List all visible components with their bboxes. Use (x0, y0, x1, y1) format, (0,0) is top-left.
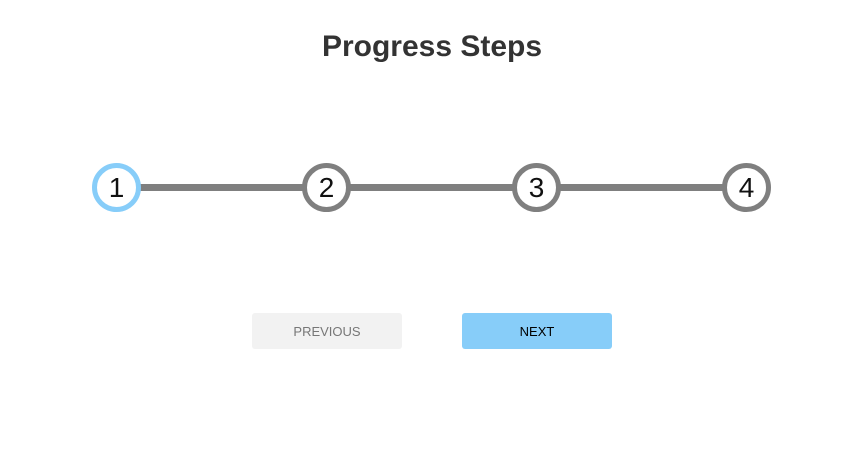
page: Progress Steps 1 2 3 4 PREVIOUS NEXT (0, 0, 864, 453)
step-circle-4: 4 (722, 163, 771, 212)
next-button[interactable]: NEXT (462, 313, 612, 349)
step-circle-2: 2 (302, 163, 351, 212)
progress-track (117, 184, 746, 191)
step-circle-3: 3 (512, 163, 561, 212)
previous-button[interactable]: PREVIOUS (252, 313, 402, 349)
step-circle-1: 1 (92, 163, 141, 212)
progress-steps: 1 2 3 4 (0, 0, 864, 453)
